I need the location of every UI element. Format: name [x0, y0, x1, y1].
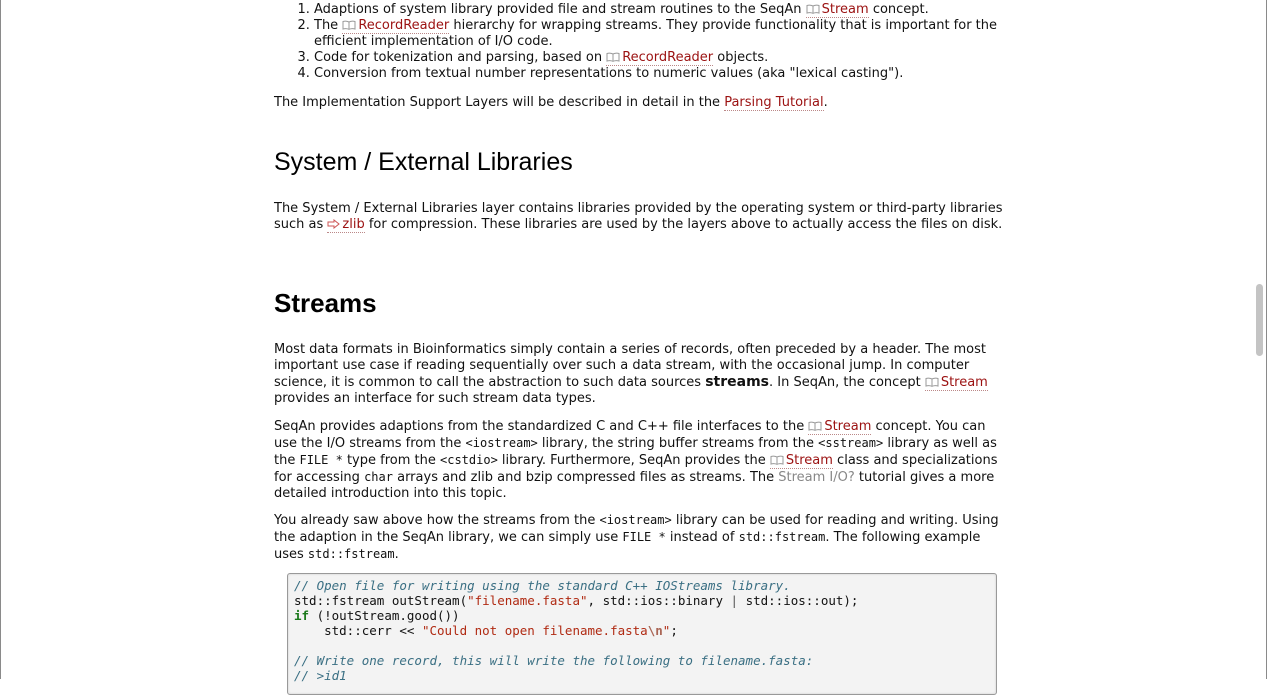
system-libraries-heading: System / External Libraries [274, 148, 573, 176]
list-item: Conversion from textual number represent… [314, 66, 1010, 82]
inline-code: <cstdio> [440, 453, 498, 467]
stream-concept-link[interactable]: Stream [808, 419, 872, 435]
code-string: "Could not open filename.fasta [421, 623, 648, 638]
list-item: Adaptions of system library provided fil… [314, 2, 1010, 18]
book-icon [925, 377, 939, 387]
code-listing: // Open file for writing using the stand… [294, 578, 859, 683]
parsing-tutorial-link[interactable]: Parsing Tutorial [724, 95, 824, 111]
book-icon [342, 20, 356, 30]
code-comment: // >id1 [294, 668, 347, 683]
stream-class-link[interactable]: Stream [769, 453, 833, 469]
inline-code: char [364, 470, 393, 484]
streams-paragraph-3: You already saw above how the streams fr… [274, 513, 999, 562]
code-comment: // Write one record, this will write the… [294, 653, 814, 668]
inline-code: FILE * [622, 530, 666, 544]
book-icon [770, 455, 784, 465]
streams-paragraph-2: SeqAn provides adaptions from the standa… [274, 419, 998, 501]
zlib-link[interactable]: zlib [327, 217, 365, 233]
arrow-right-icon [327, 219, 341, 229]
inline-code: <iostream> [599, 513, 672, 527]
support-layer-list: Adaptions of system library provided fil… [274, 2, 1010, 82]
streams-heading: Streams [274, 288, 377, 318]
implementation-paragraph: The Implementation Support Layers will b… [274, 95, 828, 111]
inline-code: FILE * [299, 453, 343, 467]
stream-io-tutorial-link[interactable]: Stream I/O? [778, 470, 855, 485]
streams-term: streams [705, 374, 769, 390]
recordreader-link[interactable]: RecordReader [606, 50, 714, 66]
recordreader-link[interactable]: RecordReader [342, 18, 450, 34]
stream-concept-link[interactable]: Stream [924, 375, 988, 391]
list-item: The RecordReader hierarchy for wrapping … [314, 18, 1010, 50]
inline-code: std::fstream [307, 547, 395, 561]
code-keyword: if [294, 608, 310, 623]
list-item: Code for tokenization and parsing, based… [314, 50, 1010, 66]
stream-concept-link[interactable]: Stream [805, 2, 869, 18]
code-example-block: // Open file for writing using the stand… [287, 573, 997, 695]
inline-code: std::fstream [738, 530, 826, 544]
code-comment: // Open file for writing using the stand… [294, 578, 791, 593]
inline-code: <iostream> [465, 436, 538, 450]
scrollbar-thumb[interactable] [1256, 284, 1263, 356]
book-icon [808, 421, 822, 431]
code-string: "filename.fasta" [467, 593, 588, 608]
streams-paragraph-1: Most data formats in Bioinformatics simp… [274, 342, 988, 406]
book-icon [806, 4, 820, 14]
inline-code: <sstream> [818, 436, 884, 450]
vertical-scrollbar[interactable] [1254, 0, 1265, 679]
book-icon [606, 52, 620, 62]
system-libraries-paragraph: The System / External Libraries layer co… [274, 201, 1003, 233]
window-border-left [0, 0, 1, 679]
